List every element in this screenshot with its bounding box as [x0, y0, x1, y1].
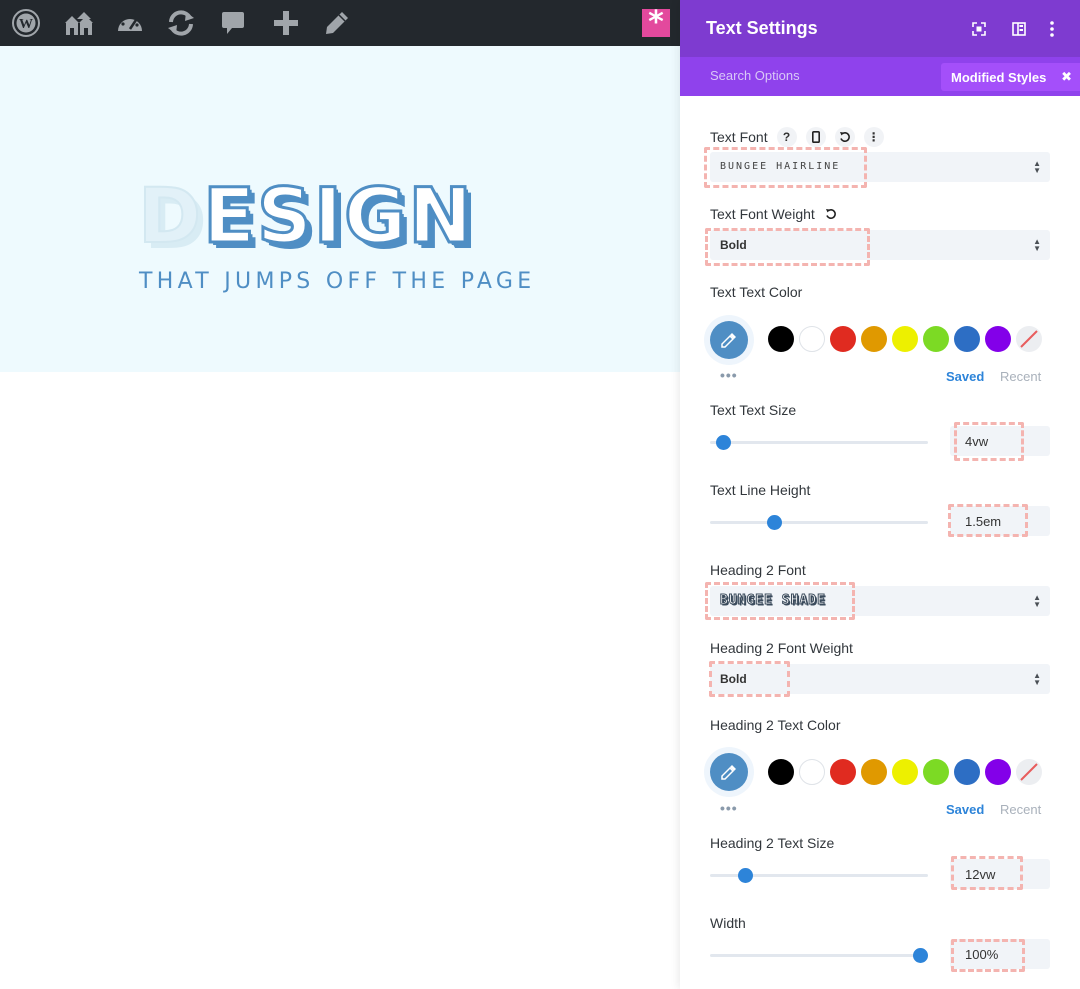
text-font-weight-label-row: Text Font Weight: [710, 204, 841, 224]
eyedropper-icon: [710, 753, 748, 791]
width-label: Width: [710, 915, 746, 931]
select-arrows-icon: ▲ ▼: [1033, 671, 1041, 687]
text-color-label: Text Text Color: [710, 284, 803, 300]
search-options-input[interactable]: Search Options: [710, 68, 800, 83]
panel-header: Text Settings: [680, 0, 1080, 57]
wordpress-icon[interactable]: W: [9, 7, 43, 39]
hero-heading[interactable]: DESIGN: [137, 174, 474, 257]
asterisk-icon: *: [648, 5, 664, 40]
swatch-black[interactable]: [768, 759, 794, 785]
saved-colors-tab[interactable]: Saved: [946, 802, 984, 817]
h2-font-label: Heading 2 Font: [710, 562, 806, 578]
close-icon[interactable]: ✖: [1061, 69, 1072, 85]
saved-colors-tab[interactable]: Saved: [946, 369, 984, 384]
hero-heading-rest: ESIGN: [202, 171, 475, 260]
modified-highlight: [704, 147, 867, 188]
swatch-red[interactable]: [830, 326, 856, 352]
settings-panel: Text Settings Search Options Modified St…: [680, 0, 1080, 989]
text-color-picker[interactable]: [704, 315, 754, 365]
reset-icon[interactable]: [821, 204, 841, 224]
help-icon[interactable]: ?: [776, 127, 797, 147]
more-colors-icon[interactable]: •••: [720, 800, 738, 816]
eyedropper-icon: [710, 321, 748, 359]
wp-admin-bar: W *: [0, 0, 680, 46]
h2-font-weight-label: Heading 2 Font Weight: [710, 640, 853, 656]
edit-icon[interactable]: [320, 7, 354, 39]
hero-heading-first-letter: D: [137, 171, 204, 260]
comments-icon[interactable]: [216, 7, 250, 39]
slider-handle[interactable]: [766, 515, 782, 530]
updates-icon[interactable]: [164, 7, 198, 39]
text-size-label: Text Text Size: [710, 402, 797, 418]
modified-highlight: [709, 661, 790, 697]
swatch-blue[interactable]: [954, 326, 980, 352]
swatch-yellow[interactable]: [892, 326, 918, 352]
h2-color-picker[interactable]: [704, 747, 754, 797]
panel-subheader: Search Options Modified Styles ✖: [680, 57, 1080, 96]
modified-highlight: [705, 228, 870, 266]
new-content-icon[interactable]: [269, 7, 303, 39]
swatch-black[interactable]: [768, 326, 794, 352]
swatch-blue[interactable]: [954, 759, 980, 785]
text-font-label-row: Text Font ? ⋮: [710, 127, 884, 147]
divi-toggle-button[interactable]: *: [642, 5, 670, 40]
mobile-icon[interactable]: [805, 127, 826, 147]
hero-subtitle[interactable]: THAT JUMPS OFF THE PAGE: [139, 269, 535, 294]
width-slider[interactable]: [710, 948, 928, 963]
swatch-orange[interactable]: [861, 759, 887, 785]
h2-color-label: Heading 2 Text Color: [710, 717, 841, 733]
select-arrows-icon: ▲ ▼: [1033, 159, 1041, 175]
recent-colors-tab[interactable]: Recent: [1000, 369, 1041, 384]
text-size-slider[interactable]: [710, 435, 928, 450]
dashboard-icon[interactable]: [113, 7, 147, 39]
swatch-purple[interactable]: [985, 326, 1011, 352]
h2-size-label: Heading 2 Text Size: [710, 835, 835, 851]
modified-highlight: [951, 939, 1025, 972]
select-arrows-icon: ▲ ▼: [1033, 593, 1041, 609]
modified-styles-button[interactable]: Modified Styles ✖: [941, 63, 1080, 91]
swatch-green[interactable]: [923, 326, 949, 352]
line-height-slider[interactable]: [710, 515, 928, 530]
page-preview: DESIGN THAT JUMPS OFF THE PAGE: [0, 46, 680, 372]
modified-highlight: [705, 582, 855, 620]
swatch-red[interactable]: [830, 759, 856, 785]
svg-text:W: W: [19, 17, 33, 32]
select-arrows-icon: ▲ ▼: [1033, 237, 1041, 253]
line-height-label: Text Line Height: [710, 482, 811, 498]
expand-icon[interactable]: [969, 19, 989, 39]
swatch-none-icon[interactable]: [1016, 759, 1042, 785]
text-font-weight-label: Text Font Weight: [710, 206, 815, 222]
more-options-icon[interactable]: ⋮: [863, 127, 884, 147]
modified-highlight: [948, 504, 1028, 537]
panel-title: Text Settings: [706, 18, 818, 38]
slider-handle[interactable]: [913, 948, 928, 963]
my-sites-icon[interactable]: [61, 7, 95, 39]
text-font-label: Text Font: [710, 129, 768, 145]
swatch-none-icon[interactable]: [1016, 326, 1042, 352]
slider-handle[interactable]: [738, 868, 754, 883]
swatch-green[interactable]: [923, 759, 949, 785]
modified-highlight: [954, 422, 1024, 461]
h2-size-slider[interactable]: [710, 868, 928, 883]
swatch-white[interactable]: [799, 326, 825, 352]
modified-styles-label: Modified Styles: [951, 70, 1047, 85]
more-icon[interactable]: [1042, 19, 1062, 39]
more-colors-icon[interactable]: •••: [720, 367, 738, 383]
swatch-white[interactable]: [799, 759, 825, 785]
split-view-icon[interactable]: [1009, 19, 1029, 39]
swatch-orange[interactable]: [861, 326, 887, 352]
recent-colors-tab[interactable]: Recent: [1000, 802, 1041, 817]
swatch-yellow[interactable]: [892, 759, 918, 785]
modified-highlight: [951, 856, 1023, 890]
swatch-purple[interactable]: [985, 759, 1011, 785]
slider-handle[interactable]: [716, 435, 732, 450]
reset-icon[interactable]: [834, 127, 855, 147]
